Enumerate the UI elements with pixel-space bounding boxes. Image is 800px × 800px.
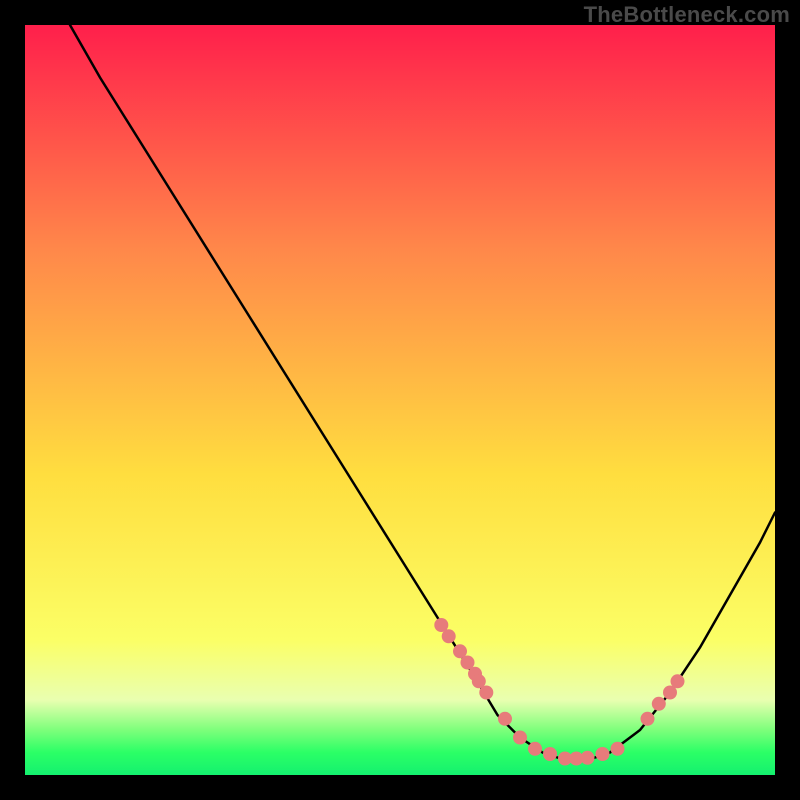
data-point: [611, 742, 625, 756]
data-point: [513, 731, 527, 745]
data-point: [671, 674, 685, 688]
chart-canvas: [25, 25, 775, 775]
data-point: [498, 712, 512, 726]
data-point: [641, 712, 655, 726]
data-point: [581, 751, 595, 765]
data-point: [528, 742, 542, 756]
data-point: [596, 747, 610, 761]
chart-frame: [25, 25, 775, 775]
data-point: [652, 697, 666, 711]
data-point: [442, 629, 456, 643]
data-point: [479, 686, 493, 700]
data-point: [543, 747, 557, 761]
watermark-text: TheBottleneck.com: [584, 2, 790, 28]
